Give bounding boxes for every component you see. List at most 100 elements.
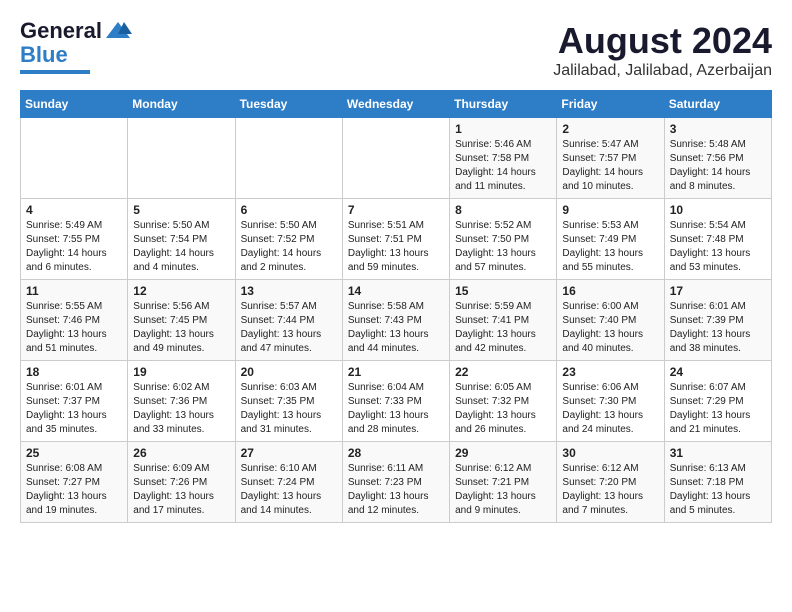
day-number: 15 [455, 284, 551, 298]
day-info: Sunrise: 6:07 AM Sunset: 7:29 PM Dayligh… [670, 381, 766, 437]
calendar-cell: 30Sunrise: 6:12 AM Sunset: 7:20 PM Dayli… [557, 442, 664, 523]
calendar-cell: 8 Sunrise: 5:52 AM Sunset: 7:50 PM Daylig… [450, 199, 557, 280]
day-number: 30 [562, 446, 658, 460]
day-info: Sunrise: 5:52 AM Sunset: 7:50 PM Dayligh… [455, 219, 551, 275]
logo-blue-text: Blue [20, 42, 68, 68]
day-number: 23 [562, 365, 658, 379]
day-number: 9 [562, 203, 658, 217]
day-number: 5 [133, 203, 229, 217]
day-info: Sunrise: 6:00 AM Sunset: 7:40 PM Dayligh… [562, 300, 658, 356]
day-number: 29 [455, 446, 551, 460]
calendar-header-row: SundayMondayTuesdayWednesdayThursdayFrid… [21, 91, 772, 118]
day-info: Sunrise: 5:59 AM Sunset: 7:41 PM Dayligh… [455, 300, 551, 356]
calendar-cell: 22Sunrise: 6:05 AM Sunset: 7:32 PM Dayli… [450, 361, 557, 442]
calendar-cell [128, 118, 235, 199]
day-number: 12 [133, 284, 229, 298]
day-info: Sunrise: 6:01 AM Sunset: 7:37 PM Dayligh… [26, 381, 122, 437]
day-info: Sunrise: 5:54 AM Sunset: 7:48 PM Dayligh… [670, 219, 766, 275]
calendar-week-row: 4 Sunrise: 5:49 AM Sunset: 7:55 PM Daylig… [21, 199, 772, 280]
day-number: 27 [241, 446, 337, 460]
calendar-cell: 3 Sunrise: 5:48 AM Sunset: 7:56 PM Daylig… [664, 118, 771, 199]
day-info: Sunrise: 6:02 AM Sunset: 7:36 PM Dayligh… [133, 381, 229, 437]
calendar-cell: 24 Sunrise: 6:07 AM Sunset: 7:29 PM Dayli… [664, 361, 771, 442]
day-info: Sunrise: 5:48 AM Sunset: 7:56 PM Dayligh… [670, 138, 766, 194]
day-number: 8 [455, 203, 551, 217]
page-header: General Blue August 2024 Jalilabad, Jali… [20, 20, 772, 80]
day-info: Sunrise: 6:04 AM Sunset: 7:33 PM Dayligh… [348, 381, 444, 437]
calendar-week-row: 25Sunrise: 6:08 AM Sunset: 7:27 PM Dayli… [21, 442, 772, 523]
day-info: Sunrise: 5:56 AM Sunset: 7:45 PM Dayligh… [133, 300, 229, 356]
day-info: Sunrise: 5:58 AM Sunset: 7:43 PM Dayligh… [348, 300, 444, 356]
calendar-cell: 16 Sunrise: 6:00 AM Sunset: 7:40 PM Dayli… [557, 280, 664, 361]
calendar-cell: 12 Sunrise: 5:56 AM Sunset: 7:45 PM Dayli… [128, 280, 235, 361]
calendar-week-row: 1Sunrise: 5:46 AM Sunset: 7:58 PM Daylig… [21, 118, 772, 199]
calendar-cell: 23 Sunrise: 6:06 AM Sunset: 7:30 PM Dayli… [557, 361, 664, 442]
calendar-cell: 14 Sunrise: 5:58 AM Sunset: 7:43 PM Dayli… [342, 280, 449, 361]
calendar-cell [235, 118, 342, 199]
day-info: Sunrise: 6:11 AM Sunset: 7:23 PM Dayligh… [348, 462, 444, 518]
calendar-cell: 10 Sunrise: 5:54 AM Sunset: 7:48 PM Dayli… [664, 199, 771, 280]
day-info: Sunrise: 6:01 AM Sunset: 7:39 PM Dayligh… [670, 300, 766, 356]
day-info: Sunrise: 6:06 AM Sunset: 7:30 PM Dayligh… [562, 381, 658, 437]
column-header-saturday: Saturday [664, 91, 771, 118]
day-info: Sunrise: 5:46 AM Sunset: 7:58 PM Dayligh… [455, 138, 551, 194]
calendar-cell: 2 Sunrise: 5:47 AM Sunset: 7:57 PM Daylig… [557, 118, 664, 199]
day-number: 20 [241, 365, 337, 379]
day-info: Sunrise: 6:10 AM Sunset: 7:24 PM Dayligh… [241, 462, 337, 518]
day-info: Sunrise: 5:47 AM Sunset: 7:57 PM Dayligh… [562, 138, 658, 194]
calendar-cell: 9 Sunrise: 5:53 AM Sunset: 7:49 PM Daylig… [557, 199, 664, 280]
column-header-thursday: Thursday [450, 91, 557, 118]
day-number: 19 [133, 365, 229, 379]
calendar-cell: 6Sunrise: 5:50 AM Sunset: 7:52 PM Daylig… [235, 199, 342, 280]
calendar-cell: 25Sunrise: 6:08 AM Sunset: 7:27 PM Dayli… [21, 442, 128, 523]
location: Jalilabad, Jalilabad, Azerbaijan [553, 62, 772, 80]
calendar-week-row: 18Sunrise: 6:01 AM Sunset: 7:37 PM Dayli… [21, 361, 772, 442]
column-header-wednesday: Wednesday [342, 91, 449, 118]
calendar-cell: 27 Sunrise: 6:10 AM Sunset: 7:24 PM Dayli… [235, 442, 342, 523]
day-info: Sunrise: 6:13 AM Sunset: 7:18 PM Dayligh… [670, 462, 766, 518]
calendar-cell: 15 Sunrise: 5:59 AM Sunset: 7:41 PM Dayli… [450, 280, 557, 361]
calendar-week-row: 11 Sunrise: 5:55 AM Sunset: 7:46 PM Dayli… [21, 280, 772, 361]
day-info: Sunrise: 6:12 AM Sunset: 7:21 PM Dayligh… [455, 462, 551, 518]
day-number: 26 [133, 446, 229, 460]
calendar-cell: 29 Sunrise: 6:12 AM Sunset: 7:21 PM Dayli… [450, 442, 557, 523]
day-number: 3 [670, 122, 766, 136]
day-number: 2 [562, 122, 658, 136]
day-number: 31 [670, 446, 766, 460]
logo-line [20, 70, 90, 74]
logo-general: General [20, 20, 102, 42]
day-info: Sunrise: 6:03 AM Sunset: 7:35 PM Dayligh… [241, 381, 337, 437]
day-number: 14 [348, 284, 444, 298]
day-info: Sunrise: 5:55 AM Sunset: 7:46 PM Dayligh… [26, 300, 122, 356]
calendar-cell: 18Sunrise: 6:01 AM Sunset: 7:37 PM Dayli… [21, 361, 128, 442]
day-info: Sunrise: 6:09 AM Sunset: 7:26 PM Dayligh… [133, 462, 229, 518]
day-info: Sunrise: 5:49 AM Sunset: 7:55 PM Dayligh… [26, 219, 122, 275]
column-header-monday: Monday [128, 91, 235, 118]
calendar-cell: 26 Sunrise: 6:09 AM Sunset: 7:26 PM Dayli… [128, 442, 235, 523]
calendar-cell: 17Sunrise: 6:01 AM Sunset: 7:39 PM Dayli… [664, 280, 771, 361]
logo-icon [104, 20, 132, 42]
day-info: Sunrise: 5:50 AM Sunset: 7:54 PM Dayligh… [133, 219, 229, 275]
day-number: 7 [348, 203, 444, 217]
day-info: Sunrise: 5:53 AM Sunset: 7:49 PM Dayligh… [562, 219, 658, 275]
day-number: 4 [26, 203, 122, 217]
calendar-cell: 21 Sunrise: 6:04 AM Sunset: 7:33 PM Dayli… [342, 361, 449, 442]
day-number: 25 [26, 446, 122, 460]
day-number: 11 [26, 284, 122, 298]
calendar-cell: 13Sunrise: 5:57 AM Sunset: 7:44 PM Dayli… [235, 280, 342, 361]
calendar-cell: 28Sunrise: 6:11 AM Sunset: 7:23 PM Dayli… [342, 442, 449, 523]
calendar-cell: 7 Sunrise: 5:51 AM Sunset: 7:51 PM Daylig… [342, 199, 449, 280]
calendar-cell: 5 Sunrise: 5:50 AM Sunset: 7:54 PM Daylig… [128, 199, 235, 280]
title-section: August 2024 Jalilabad, Jalilabad, Azerba… [553, 20, 772, 80]
day-number: 10 [670, 203, 766, 217]
day-number: 24 [670, 365, 766, 379]
calendar-cell [342, 118, 449, 199]
calendar-table: SundayMondayTuesdayWednesdayThursdayFrid… [20, 90, 772, 523]
column-header-friday: Friday [557, 91, 664, 118]
day-info: Sunrise: 6:05 AM Sunset: 7:32 PM Dayligh… [455, 381, 551, 437]
day-number: 16 [562, 284, 658, 298]
day-info: Sunrise: 5:51 AM Sunset: 7:51 PM Dayligh… [348, 219, 444, 275]
column-header-tuesday: Tuesday [235, 91, 342, 118]
calendar-cell [21, 118, 128, 199]
day-number: 21 [348, 365, 444, 379]
